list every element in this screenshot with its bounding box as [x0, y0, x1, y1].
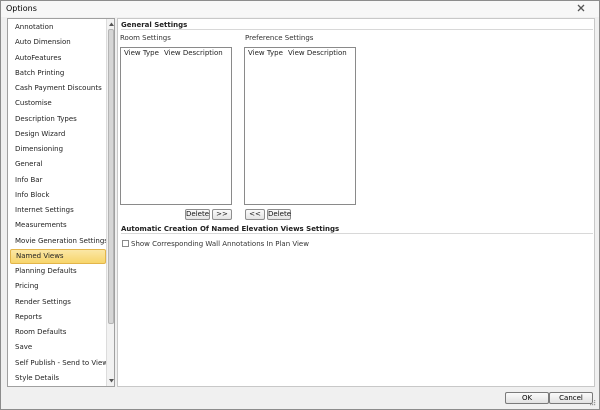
sidebar-scrollbar[interactable] [106, 19, 114, 386]
sidebar-item-reports[interactable]: Reports [10, 310, 106, 325]
resize-grip-icon[interactable] [590, 400, 596, 406]
sidebar-item-description-types[interactable]: Description Types [10, 112, 106, 127]
sidebar-item-movie-generation-settings[interactable]: Movie Generation Settings [10, 234, 106, 249]
options-dialog: Options Annotation Auto Dimension AutoFeat… [0, 0, 600, 410]
sidebar-item-planning-defaults[interactable]: Planning Defaults [10, 264, 106, 279]
room-col-view-type[interactable]: View Type [124, 48, 159, 58]
scroll-down-button[interactable] [107, 377, 115, 385]
options-category-list[interactable]: Annotation Auto Dimension AutoFeatures Batc… [7, 18, 115, 387]
room-settings-label: Room Settings [120, 34, 171, 42]
settings-panel: General Settings Room Settings View Type… [117, 18, 595, 387]
sidebar-item-measurements[interactable]: Measurements [10, 218, 106, 233]
sidebar-item-autofeatures[interactable]: AutoFeatures [10, 51, 106, 66]
show-wall-annotations-label: Show Corresponding Wall Annotations In P… [131, 240, 309, 248]
sidebar-item-general[interactable]: General [10, 157, 106, 172]
sidebar-item-annotation[interactable]: Annotation [10, 20, 106, 35]
general-settings-heading: General Settings [121, 21, 593, 30]
preference-settings-list[interactable]: View Type View Description [244, 47, 356, 205]
ok-button[interactable]: OK [505, 392, 549, 404]
chevron-down-icon [108, 379, 114, 383]
scroll-up-button[interactable] [107, 20, 115, 28]
sidebar-item-room-defaults[interactable]: Room Defaults [10, 325, 106, 340]
sidebar-item-self-publish-send-to-viewer[interactable]: Self Publish - Send to Viewer [10, 356, 106, 371]
scroll-thumb[interactable] [108, 29, 114, 324]
category-items: Annotation Auto Dimension AutoFeatures Batc… [8, 19, 107, 386]
sidebar-item-dimensioning[interactable]: Dimensioning [10, 142, 106, 157]
sidebar-item-customise[interactable]: Customise [10, 96, 106, 111]
preference-col-view-type[interactable]: View Type [248, 48, 283, 58]
sidebar-item-named-views[interactable]: Named Views [10, 248, 106, 264]
sidebar-item-pricing[interactable]: Pricing [10, 279, 106, 294]
preference-delete-button[interactable]: Delete [267, 209, 291, 220]
sidebar-item-render-settings[interactable]: Render Settings [10, 295, 106, 310]
title-bar: Options [1, 1, 599, 17]
sidebar-item-info-bar[interactable]: Info Bar [10, 173, 106, 188]
room-col-view-description[interactable]: View Description [164, 48, 223, 58]
sidebar-item-batch-printing[interactable]: Batch Printing [10, 66, 106, 81]
cancel-button[interactable]: Cancel [549, 392, 593, 404]
sidebar-item-auto-dimension[interactable]: Auto Dimension [10, 35, 106, 50]
preference-list-header: View Type View Description [245, 48, 355, 58]
preference-col-view-description[interactable]: View Description [288, 48, 347, 58]
sidebar-item-internet-settings[interactable]: Internet Settings [10, 203, 106, 218]
room-list-header: View Type View Description [121, 48, 231, 58]
sidebar-item-design-wizard[interactable]: Design Wizard [10, 127, 106, 142]
show-wall-annotations-checkbox[interactable] [122, 240, 129, 247]
move-to-room-button[interactable]: << [245, 209, 265, 220]
close-button[interactable] [571, 2, 591, 14]
move-to-preference-button[interactable]: >> [212, 209, 232, 220]
close-icon [577, 4, 585, 12]
room-delete-button[interactable]: Delete [185, 209, 210, 220]
window-title: Options [6, 4, 37, 13]
sidebar-item-info-block[interactable]: Info Block [10, 188, 106, 203]
chevron-up-icon [108, 22, 114, 26]
preference-settings-label: Preference Settings [245, 34, 314, 42]
automatic-creation-heading: Automatic Creation Of Named Elevation Vi… [121, 225, 593, 234]
sidebar-item-cash-payment-discounts[interactable]: Cash Payment Discounts [10, 81, 106, 96]
sidebar-item-style-details[interactable]: Style Details [10, 371, 106, 386]
sidebar-item-save[interactable]: Save [10, 340, 106, 355]
room-settings-list[interactable]: View Type View Description [120, 47, 232, 205]
